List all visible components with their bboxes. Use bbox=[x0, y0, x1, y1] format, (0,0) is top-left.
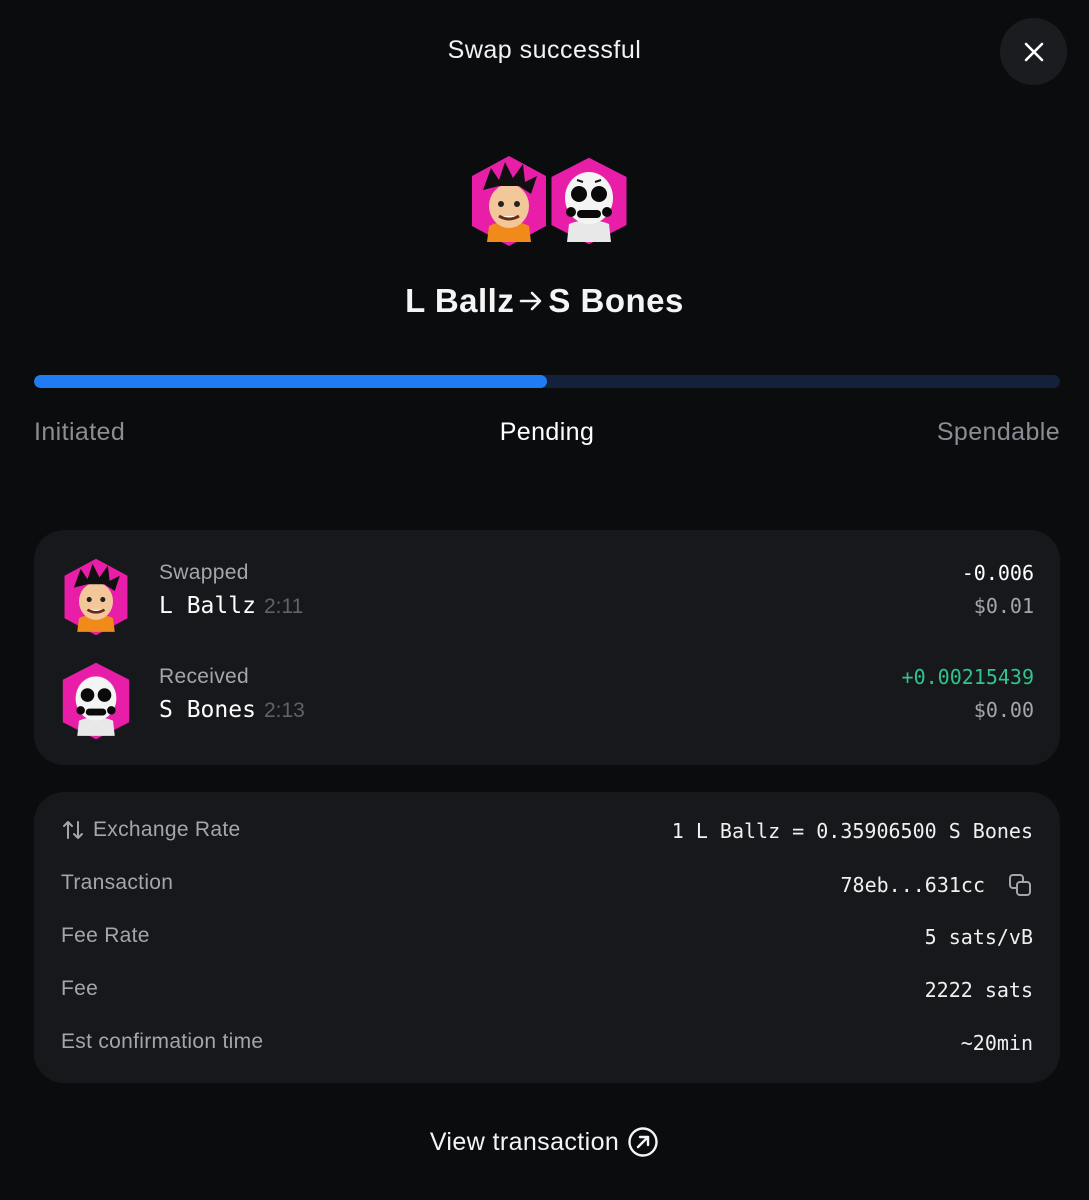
copy-icon[interactable] bbox=[1007, 872, 1033, 898]
progress-steps: Initiated Pending Spendable bbox=[34, 418, 1060, 450]
activity-time: 2:13 bbox=[263, 699, 305, 722]
close-button[interactable] bbox=[1000, 18, 1067, 85]
transaction-row: Transaction 78eb...631cc bbox=[61, 871, 1033, 901]
fee-rate-value: 5 sats/vB bbox=[924, 925, 1033, 949]
to-token-name: S Bones bbox=[548, 282, 684, 319]
swap-details-card: Exchange Rate 1 L Ballz = 0.35906500 S B… bbox=[34, 792, 1060, 1083]
s-bones-avatar bbox=[547, 154, 630, 248]
confirmation-time-value: ~20min bbox=[960, 1031, 1033, 1055]
fee-rate-label: Fee Rate bbox=[61, 924, 150, 947]
step-pending: Pending bbox=[499, 418, 595, 446]
activity-row-swapped: Swapped L Ballz 2:11 -0.006 $0.01 bbox=[60, 557, 1034, 637]
fee-value: 2222 sats bbox=[924, 978, 1033, 1002]
activity-row-received: Received S Bones 2:13 +0.00215439 $0.00 bbox=[60, 661, 1034, 741]
activity-time: 2:11 bbox=[263, 595, 304, 618]
exchange-rate-value: 1 L Ballz = 0.35906500 S Bones bbox=[671, 819, 1033, 843]
arrow-right-icon bbox=[518, 288, 544, 314]
activity-token-name: L Ballz 2:11 bbox=[159, 593, 304, 619]
swap-token-avatars bbox=[469, 154, 631, 248]
swap-arrows-icon bbox=[61, 818, 85, 842]
confirmation-time-label: Est confirmation time bbox=[61, 1030, 264, 1053]
l-ballz-avatar bbox=[469, 154, 549, 248]
l-ballz-avatar bbox=[60, 557, 132, 637]
fee-label: Fee bbox=[61, 977, 99, 1000]
view-transaction-label: View transaction bbox=[429, 1127, 620, 1156]
activity-token-name: S Bones 2:13 bbox=[159, 697, 305, 723]
transaction-hash[interactable]: 78eb...631cc bbox=[841, 873, 986, 897]
swap-pair-title: L Ballz S Bones bbox=[0, 282, 1089, 320]
from-token-name: L Ballz bbox=[405, 282, 515, 319]
activity-amount: -0.006 bbox=[961, 561, 1034, 585]
swap-activity-card: Swapped L Ballz 2:11 -0.006 $0.01 Receive… bbox=[34, 530, 1060, 765]
exchange-rate-row: Exchange Rate 1 L Ballz = 0.35906500 S B… bbox=[61, 818, 1033, 848]
fee-rate-row: Fee Rate 5 sats/vB bbox=[61, 924, 1033, 954]
s-bones-avatar bbox=[60, 661, 132, 741]
swap-progress-bar bbox=[34, 375, 1060, 388]
exchange-rate-label: Exchange Rate bbox=[93, 818, 241, 841]
progress-fill bbox=[34, 375, 547, 388]
close-icon bbox=[1024, 42, 1043, 61]
activity-label: Received bbox=[159, 665, 249, 688]
confirmation-time-row: Est confirmation time ~20min bbox=[61, 1030, 1033, 1060]
activity-usd-value: $0.00 bbox=[973, 698, 1034, 722]
fee-row: Fee 2222 sats bbox=[61, 977, 1033, 1007]
transaction-label: Transaction bbox=[61, 871, 174, 894]
activity-label: Swapped bbox=[159, 561, 249, 584]
step-spendable: Spendable bbox=[936, 418, 1060, 446]
activity-amount: +0.00215439 bbox=[901, 665, 1034, 689]
activity-usd-value: $0.01 bbox=[973, 594, 1034, 618]
external-link-icon bbox=[627, 1126, 659, 1158]
modal-title: Swap successful bbox=[447, 36, 642, 64]
view-transaction-link[interactable]: View transaction bbox=[0, 1126, 1089, 1158]
